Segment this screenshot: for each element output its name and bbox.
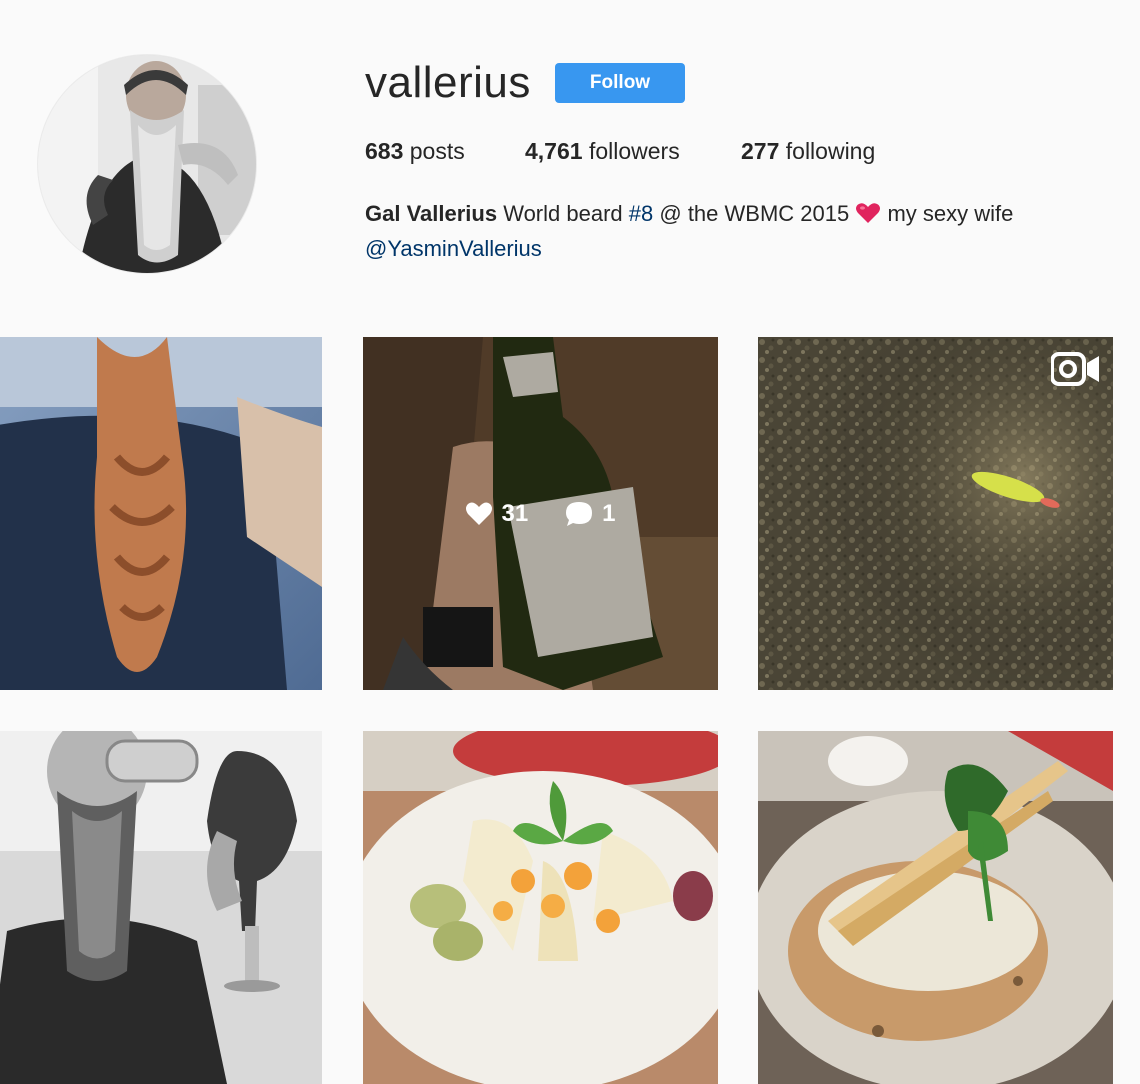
avatar-photo [38,55,256,273]
posts-stat: 683 posts [365,138,525,165]
post-tile[interactable] [0,337,322,690]
posts-count: 683 [365,138,404,164]
comments-stat: 1 [564,499,616,528]
followers-label: followers [588,138,680,164]
following-stat[interactable]: 277 following [741,138,875,165]
profile-bio: Gal Vallerius World beard #8 @ the WBMC … [365,196,1085,266]
braid-beard-photo [0,337,322,690]
beard-wine-glass-photo [0,731,322,1084]
heart-icon [466,502,493,525]
caterpillar-photo [758,337,1113,690]
chicken-dish-photo [758,731,1113,1084]
post-tile[interactable] [0,731,322,1084]
bio-text: World beard [503,201,623,226]
likes-stat: 31 [465,500,528,528]
following-count: 277 [741,138,780,164]
post-tile[interactable] [363,731,718,1084]
follow-button[interactable]: Follow [555,63,685,103]
followers-count: 4,761 [525,138,583,164]
post-tile[interactable] [758,337,1113,690]
likes-count: 31 [501,499,529,527]
profile-avatar [38,55,256,273]
fruit-salad-photo [363,731,718,1084]
profile-stats: 683 posts 4,761 followers 277 following [365,138,875,165]
username: vallerius [365,58,531,107]
comment-bubble-icon [566,501,593,526]
post-hover-overlay: 31 1 [363,337,718,690]
red-heart-icon [856,203,881,223]
video-icon [1051,352,1099,386]
full-name: Gal Vallerius [365,201,498,226]
posts-label: posts [409,138,465,164]
followers-stat[interactable]: 4,761 followers [525,138,741,165]
post-tile-hovered[interactable]: 31 1 [363,337,718,690]
comments-count: 1 [602,499,616,527]
bio-text-2: @ the WBMC 2015 [659,201,850,226]
mention-link[interactable]: @YasminVallerius [365,236,542,261]
following-label: following [785,138,876,164]
hashtag-link[interactable]: #8 [629,201,653,226]
bio-text-3: my sexy wife [887,201,1014,226]
post-tile[interactable] [758,731,1113,1084]
